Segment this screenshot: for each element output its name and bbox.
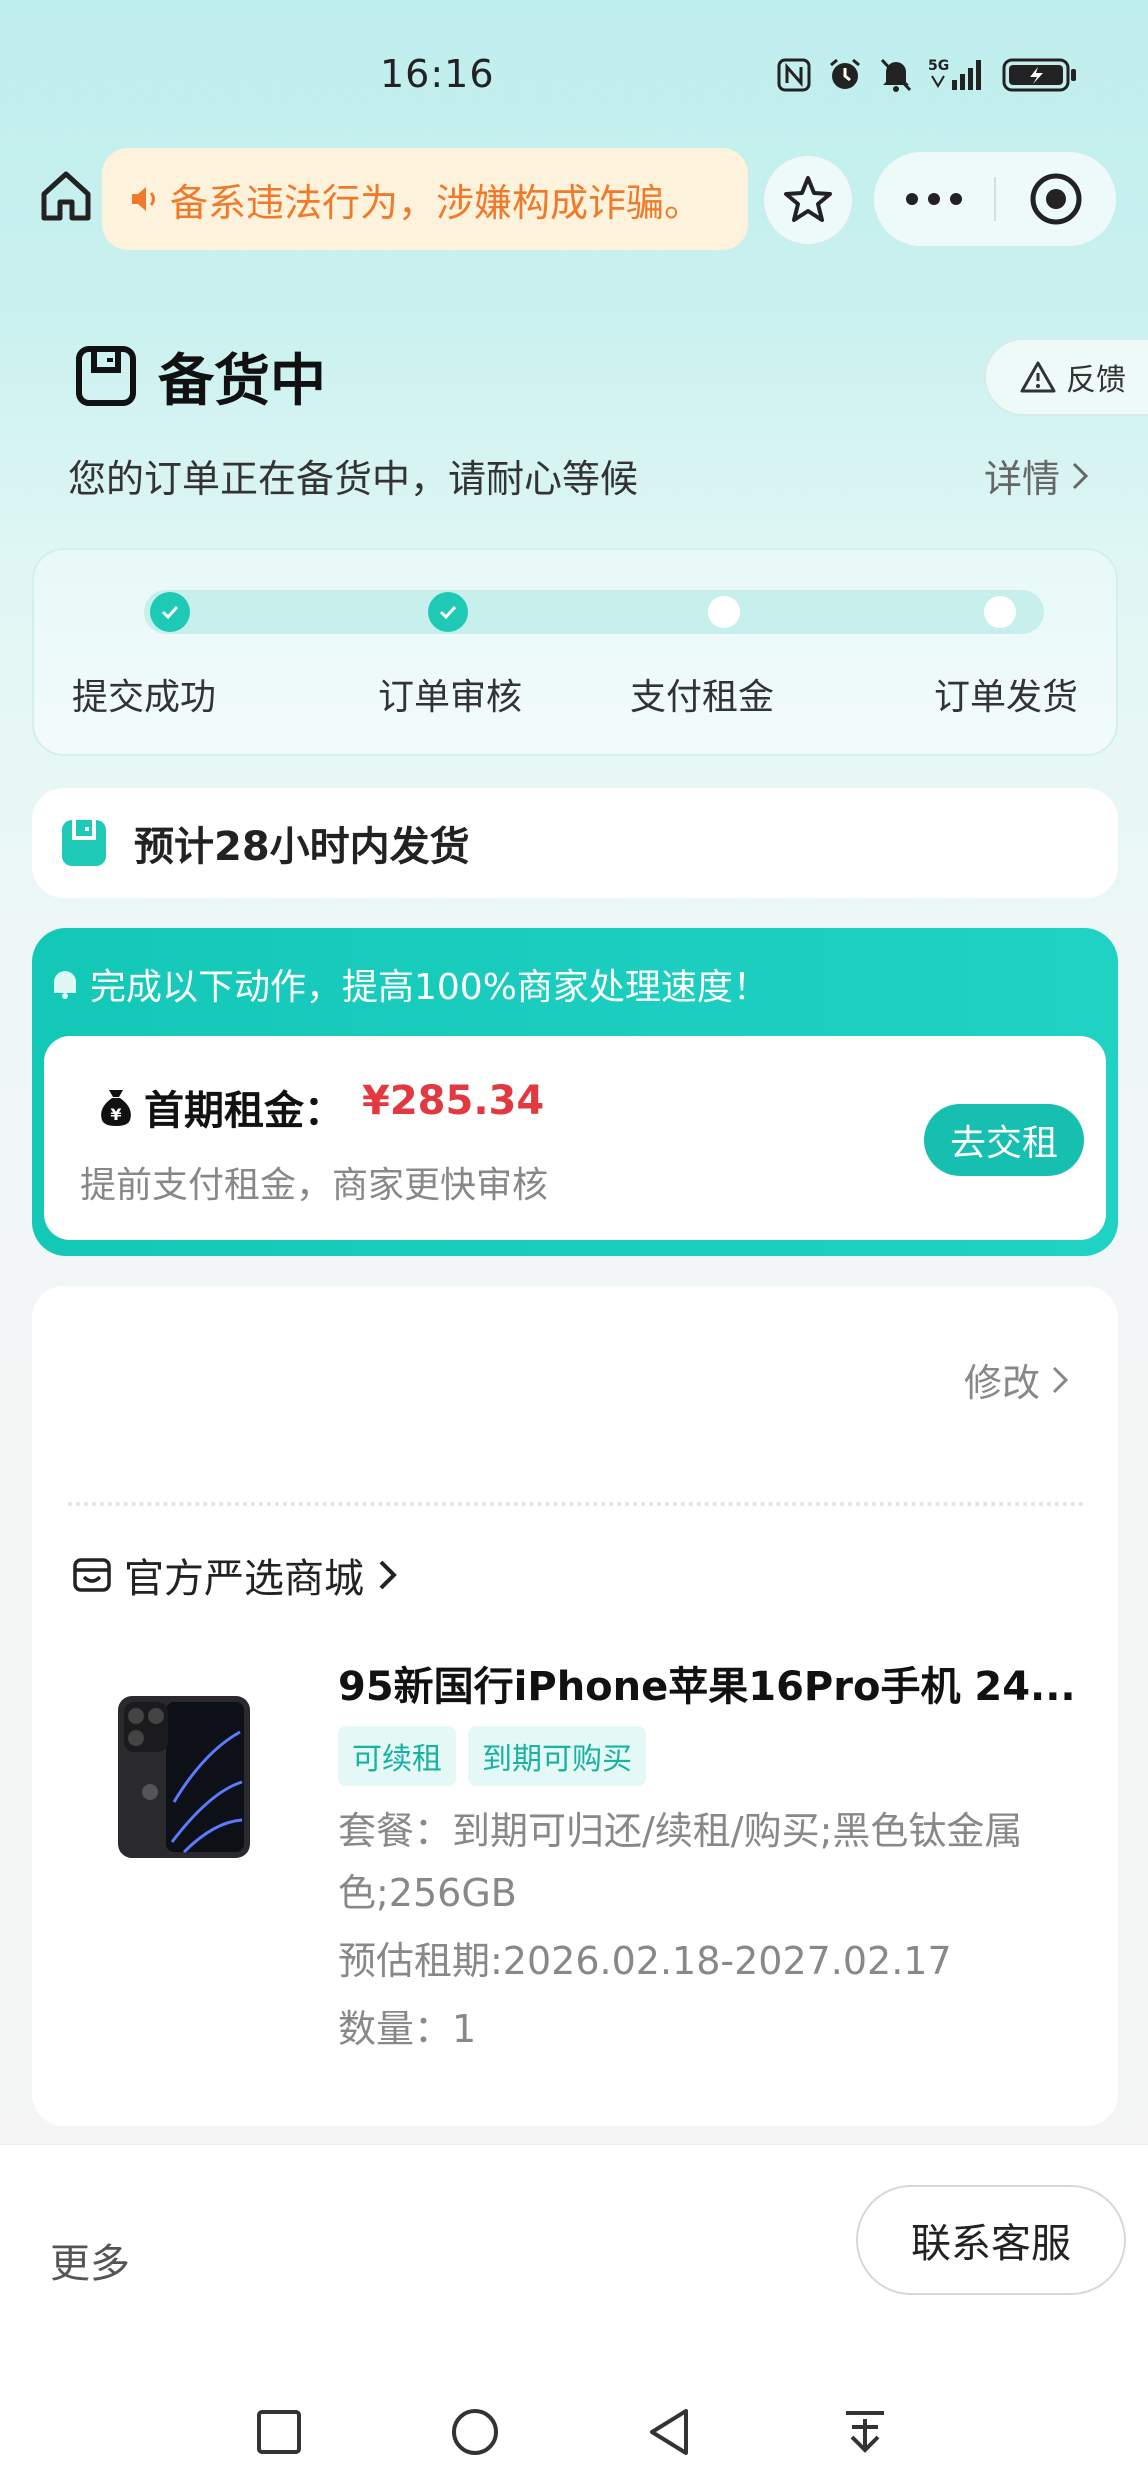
product-image[interactable] (114, 1692, 254, 1862)
home-nav-icon[interactable] (450, 2407, 500, 2457)
miniapp-capsule (874, 152, 1116, 246)
divider (68, 1502, 1084, 1506)
detail-link[interactable]: 详情 (984, 448, 1090, 503)
chevron-right-icon (379, 1560, 397, 1590)
box-icon (76, 346, 136, 406)
plan-text-cont: 色;256GB (338, 1871, 517, 1915)
alarm-icon (830, 58, 860, 89)
recent-apps-icon[interactable] (256, 2409, 302, 2455)
step-dot-pay (708, 596, 740, 628)
order-status-title: 备货中 (158, 349, 326, 414)
tag-buyout: 到期可购买 (468, 1726, 646, 1786)
tag-renewable: 可续租 (338, 1726, 456, 1786)
shop-name: 官方严选商城 (124, 1556, 364, 1602)
step-label: 订单发货 (933, 677, 1078, 718)
more-icon[interactable] (874, 193, 994, 205)
signal-5g-icon: 5G (928, 58, 981, 90)
modify-label: 修改 (964, 1361, 1041, 1405)
shipping-estimate-card: 预计28小时内发货 (32, 788, 1118, 898)
step-label: 提交成功 (71, 677, 216, 718)
home-icon (41, 171, 91, 221)
product-card: 修改 官方严选商城 95新国行iPhone苹果16Pro手机 24... 可续租… (32, 1286, 1118, 2126)
check-icon (161, 605, 179, 620)
promo-header: 完成以下动作，提高100%商家处理速度！ (48, 958, 769, 1010)
bottom-action-bar: 更多 联系客服 (0, 2144, 1148, 2492)
order-status-subtitle: 您的订单正在备货中，请耐心等候 (68, 457, 639, 501)
progress-track (144, 590, 1044, 634)
speaker-icon (132, 187, 155, 211)
shop-link[interactable]: 官方严选商城 (72, 1546, 400, 1604)
step-dot-submitted (150, 592, 190, 632)
mute-icon (880, 58, 912, 92)
promo-headline: 完成以下动作，提高100%商家处理速度！ (90, 967, 769, 1008)
signal-label: 5G (928, 58, 949, 74)
target-icon (1030, 173, 1082, 225)
favorite-button[interactable] (764, 156, 852, 244)
plan-text: 套餐：到期可归还/续租/购买;黑色钛金属 (338, 1809, 1023, 1853)
quantity: 数量：1 (338, 2007, 477, 2051)
back-icon[interactable] (646, 2407, 692, 2457)
feedback-label: 反馈 (1066, 363, 1126, 398)
shop-icon (73, 1558, 111, 1592)
feedback-button[interactable]: 反馈 (984, 338, 1148, 416)
speedup-promo-card: 完成以下动作，提高100%商家处理速度！ ¥ 首期租金： ¥285.34 提前支… (32, 928, 1118, 1256)
pay-rent-button[interactable]: 去交租 (924, 1104, 1084, 1176)
home-button[interactable] (36, 166, 96, 226)
rental-period: 预估租期:2026.02.18-2027.02.17 (338, 1939, 952, 1983)
package-icon (62, 820, 106, 866)
step-dot-ship (984, 596, 1016, 628)
step-label: 支付租金 (629, 677, 774, 718)
first-rent-label: ¥ 首期租金： (96, 1078, 344, 1136)
rent-subtext: 提前支付租金，商家更快审核 (80, 1165, 549, 1206)
modify-link[interactable]: 修改 (964, 1352, 1070, 1407)
chevron-right-icon (1072, 462, 1089, 489)
nfc-icon (777, 58, 811, 92)
step-dot-review (428, 592, 468, 632)
notification-shade-icon[interactable] (840, 2407, 890, 2457)
status-icons: 5G (776, 56, 1078, 94)
notice-text: 备系违法行为，涉嫌构成诈骗。 (170, 180, 703, 225)
status-time: 16:16 (380, 52, 495, 96)
rent-payment-panel: ¥ 首期租金： ¥285.34 提前支付租金，商家更快审核 去交租 (44, 1036, 1106, 1240)
step-label: 订单审核 (377, 677, 522, 718)
bell-icon (54, 971, 76, 999)
warning-icon (1020, 361, 1056, 393)
product-title[interactable]: 95新国行iPhone苹果16Pro手机 24... (338, 1654, 1088, 1712)
check-icon (439, 605, 457, 620)
chevron-right-icon (1052, 1366, 1069, 1393)
money-bag-icon: ¥ (101, 1090, 131, 1126)
rent-label-text: 首期租金： (144, 1088, 344, 1134)
battery-icon (1002, 58, 1076, 92)
progress-card: 提交成功 订单审核 支付租金 订单发货 (32, 548, 1118, 756)
detail-label: 详情 (984, 457, 1061, 501)
notice-banner[interactable]: 备系违法行为，涉嫌构成诈骗。 (102, 148, 748, 250)
contact-service-button[interactable]: 联系客服 (856, 2185, 1126, 2295)
rent-price: ¥285.34 (362, 1078, 545, 1124)
svg-text:¥: ¥ (110, 1105, 121, 1124)
star-icon (784, 176, 832, 222)
close-miniapp-button[interactable] (996, 171, 1116, 227)
more-button[interactable]: 更多 (50, 2231, 130, 2289)
shipping-estimate-text: 预计28小时内发货 (134, 824, 470, 870)
